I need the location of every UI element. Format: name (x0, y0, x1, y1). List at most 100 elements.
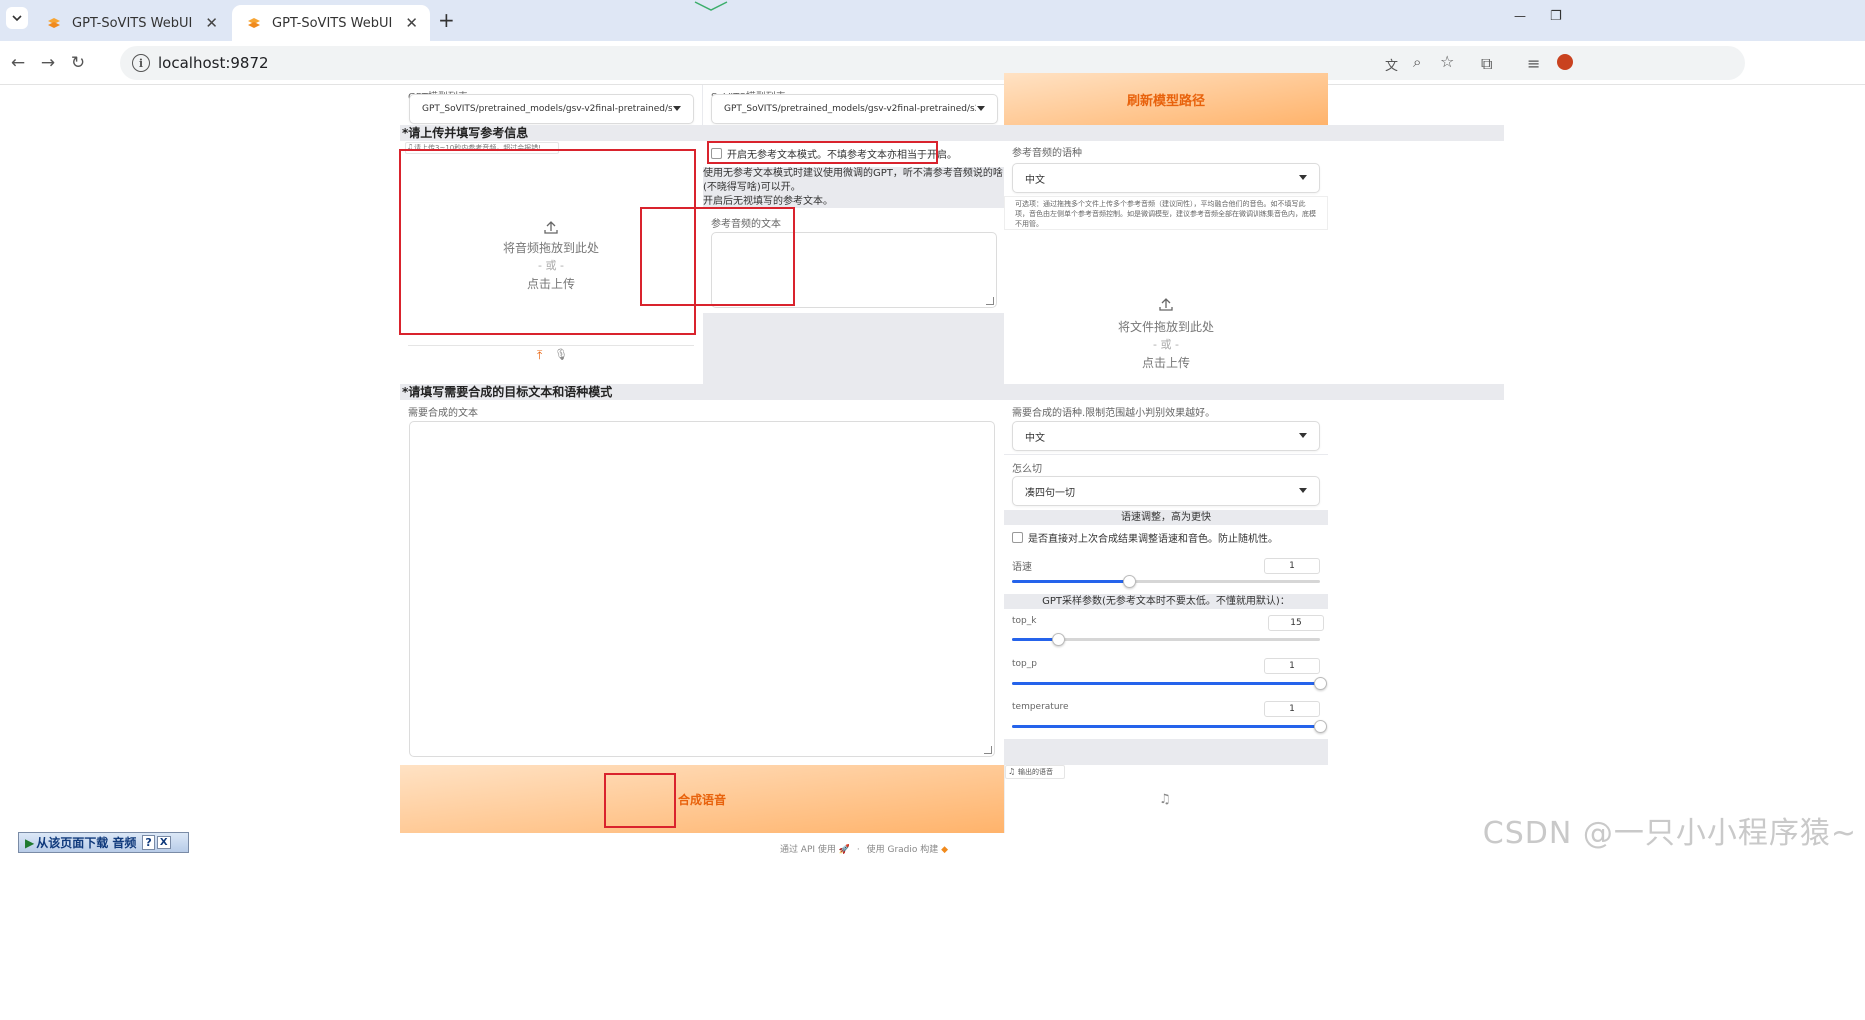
microphone-icon[interactable]: 🎙 (554, 348, 568, 361)
output-audio-panel: ♫ 输出的语音 ♫ (1004, 765, 1328, 833)
gradio-link[interactable]: 使用 Gradio 构建 (867, 845, 939, 855)
synthesize-button[interactable]: 合成语音 (400, 765, 1004, 833)
zoom-icon[interactable]: ⌕ (1413, 53, 1421, 71)
optional-note-box: 可选项：通过拖拽多个文件上传多个参考音频（建议同性），平均融合他们的音色。如不填… (1004, 196, 1328, 230)
api-link[interactable]: 通过 API 使用 (780, 845, 836, 855)
restore-button[interactable]: ❐ (1550, 9, 1562, 24)
caret-down-icon (673, 106, 681, 111)
multi-ref-upload-text: 将文件拖放到此处 - 或 - 点击上传 (1004, 318, 1328, 372)
forward-icon[interactable]: → (36, 51, 60, 75)
speed-slider-fill (1012, 580, 1130, 583)
music-note-icon: ♫ (1159, 792, 1171, 807)
back-icon[interactable]: ← (6, 51, 30, 75)
cut-method-value: 凑四句一切 (1025, 487, 1075, 499)
ref-audio-dropzone[interactable]: 将音频拖放到此处 - 或 - 点击上传 (400, 149, 702, 344)
topp-number-input[interactable]: 1 (1264, 658, 1320, 674)
topk-slider-thumb[interactable] (1052, 633, 1066, 646)
target-lang-value: 中文 (1025, 432, 1045, 444)
temperature-slider-thumb[interactable] (1314, 720, 1327, 733)
ref-lang-value: 中文 (1025, 174, 1045, 186)
target-text-panel: 需要合成的文本 (400, 400, 1004, 765)
play-icon: ▶ (25, 835, 35, 850)
topp-slider[interactable] (1012, 677, 1327, 690)
resize-handle-icon[interactable] (986, 297, 994, 305)
temperature-panel: temperature 1 (1004, 695, 1328, 739)
tab-title: GPT-SoVITS WebUI (72, 15, 193, 31)
gradio-favicon-icon (46, 15, 62, 31)
ref-text-input[interactable] (711, 232, 997, 308)
gradio-app: GPT模型列表 GPT_SoVITS/pretrained_models/gsv… (399, 73, 1504, 990)
extensions-icon[interactable]: ⧉ (1481, 54, 1492, 74)
gpt-params-title: GPT采样参数(无参考文本时不要太低。不懂就用默认)： (1004, 594, 1328, 609)
no-ref-note-2: 开启后无视填写的参考文本。 (703, 196, 833, 207)
audio-download-bar[interactable]: ▶ 从该页面下载 音频 ? X (18, 832, 189, 853)
new-tab-button[interactable]: + (438, 8, 455, 32)
caret-down-icon (1299, 488, 1307, 493)
sovits-model-dropdown[interactable]: GPT_SoVITS/pretrained_models/gsv-v2final… (711, 94, 998, 124)
temperature-number-input[interactable]: 1 (1264, 701, 1320, 717)
optional-note: 可选项：通过拖拽多个文件上传多个参考音频（建议同性），平均融合他们的音色。如不填… (1015, 200, 1316, 228)
csdn-watermark: CSDN @一只小小程序猿~ (1482, 816, 1857, 851)
upload-drop-text: 将音频拖放到此处 (502, 241, 599, 255)
target-text-input[interactable] (409, 421, 995, 757)
translate-icon[interactable]: 文 (1385, 55, 1398, 74)
speed-slider[interactable] (1012, 575, 1320, 588)
speed-panel: 是否直接对上次合成结果调整语速和音色。防止随机性。 语速 1 (1004, 525, 1328, 594)
no-ref-mode-panel: 开启无参考文本模式。不填参考文本亦相当于开启。 (703, 141, 1004, 167)
speed-slider-thumb[interactable] (1123, 575, 1137, 588)
multi-ref-dropzone[interactable]: 将文件拖放到此处 - 或 - 点击上传 (1004, 232, 1328, 384)
refresh-model-button[interactable]: 刷新模型路径 (1004, 73, 1328, 125)
upload-or-text: - 或 - (538, 259, 564, 272)
topk-label: top_k (1012, 616, 1037, 626)
reload-icon[interactable]: ↻ (66, 51, 90, 75)
file-drop-text: 将文件拖放到此处 (1117, 320, 1214, 334)
upload-icon (1159, 298, 1173, 311)
close-tab-icon[interactable]: ✕ (405, 14, 418, 32)
profile-avatar[interactable] (1557, 54, 1573, 70)
temperature-slider-fill (1012, 725, 1320, 728)
cut-method-dropdown[interactable]: 凑四句一切 (1012, 476, 1320, 506)
topk-panel: top_k 15 (1004, 609, 1328, 652)
no-ref-mode-checkbox[interactable] (711, 148, 722, 159)
resize-handle-icon[interactable] (984, 746, 992, 754)
speed-number-input[interactable]: 1 (1264, 558, 1320, 574)
output-audio-label-box: ♫ 输出的语音 (1005, 765, 1065, 779)
footer-sep: · (856, 845, 860, 855)
download-help-icon[interactable]: ? (142, 835, 155, 850)
footer: 通过 API 使用 🚀 · 使用 Gradio 构建 ◆ (400, 842, 1328, 855)
address-bar: ← → ↻ i localhost:9872 文 ⌕ ☆ ⧉ ≡ (0, 41, 1865, 85)
media-control-icon[interactable]: ≡ (1527, 54, 1540, 73)
topk-number-input[interactable]: 15 (1268, 615, 1324, 631)
temperature-slider[interactable] (1012, 720, 1327, 733)
target-lang-dropdown[interactable]: 中文 (1012, 421, 1320, 451)
cut-method-label: 怎么切 (1012, 464, 1042, 475)
site-info-icon[interactable]: i (132, 54, 150, 72)
minimize-button[interactable]: — (1514, 9, 1526, 23)
topk-slider[interactable] (1012, 633, 1320, 646)
tab-search-button[interactable] (6, 7, 28, 29)
ref-lang-dropdown[interactable]: 中文 (1012, 163, 1320, 193)
gpt-model-dropdown[interactable]: GPT_SoVITS/pretrained_models/gsv-v2final… (409, 94, 694, 124)
rocket-icon: 🚀 (838, 845, 850, 855)
upload-click-text: 点击上传 (526, 277, 575, 291)
download-close-icon[interactable]: X (156, 836, 171, 849)
url-field[interactable]: i localhost:9872 文 ⌕ ☆ (120, 46, 1745, 80)
tab-title: GPT-SoVITS WebUI (272, 15, 393, 31)
ref-text-label: 参考音频的文本 (711, 219, 781, 230)
target-lang-label: 需要合成的语种.限制范围越小判别效果越好。 (1012, 408, 1216, 419)
chevron-down-icon (12, 15, 22, 22)
ref-section-title: *请上传并填写参考信息 (400, 125, 1504, 141)
close-tab-icon[interactable]: ✕ (205, 14, 218, 32)
topp-slider-thumb[interactable] (1314, 677, 1327, 690)
file-or-text: - 或 - (1153, 338, 1179, 351)
adjust-last-result-label: 是否直接对上次合成结果调整语速和音色。防止随机性。 (1028, 534, 1278, 545)
sovits-model-panel: SoVITS模型列表 GPT_SoVITS/pretrained_models/… (703, 85, 1004, 125)
target-lang-panel: 需要合成的语种.限制范围越小判别效果越好。 中文 (1004, 400, 1328, 454)
tab-gpt-sovits-1[interactable]: GPT-SoVITS WebUI ✕ (32, 5, 230, 41)
caret-down-icon (977, 106, 985, 111)
upload-source-icon[interactable]: ⤒ (537, 348, 542, 363)
tab-gpt-sovits-2[interactable]: GPT-SoVITS WebUI ✕ (232, 5, 430, 41)
ref-audio-divider (408, 345, 694, 346)
bookmark-star-icon[interactable]: ☆ (1440, 52, 1454, 71)
adjust-last-result-checkbox[interactable] (1012, 532, 1023, 543)
